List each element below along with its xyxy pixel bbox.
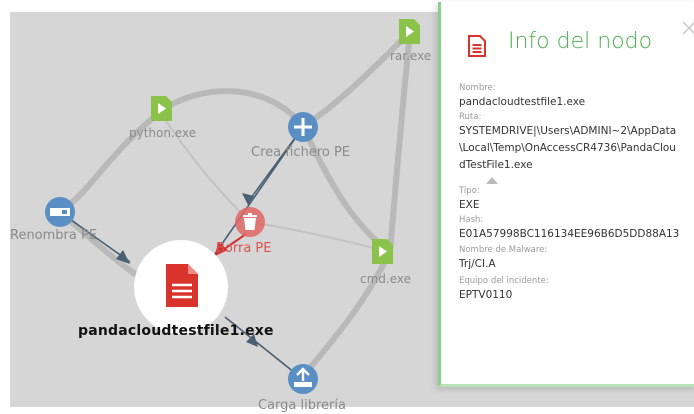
file-icon	[468, 35, 486, 57]
nombre-label: Nombre:	[459, 83, 496, 93]
focus-node-label: pandacloudtestfile1.exe	[78, 323, 274, 339]
node-python[interactable]	[151, 96, 172, 121]
equipo-value: EPTV0110	[459, 289, 513, 301]
node-focus[interactable]	[134, 240, 228, 334]
tipo-value: EXE	[459, 199, 480, 211]
node-label-renombra: Renombra PE	[10, 228, 98, 243]
node-crea[interactable]	[288, 112, 318, 142]
node-label-borra: Borra PE	[216, 241, 272, 256]
node-carga[interactable]	[288, 364, 318, 394]
node-rar[interactable]	[399, 19, 420, 44]
ruta-value-line1: SYSTEMDRIVE|\Users\ADMINI~2\AppData	[459, 125, 677, 137]
trash-icon	[244, 218, 256, 230]
node-borra[interactable]	[235, 207, 265, 237]
node-label-rar: rar.exe	[390, 49, 432, 63]
node-label-crea: Crea fichero PE	[251, 145, 351, 160]
malware-label: Nombre de Malware:	[459, 245, 548, 255]
hash-label: Hash:	[459, 215, 484, 225]
ruta-label: Ruta:	[459, 112, 482, 122]
node-label-cmd: cmd.exe	[360, 272, 412, 286]
hash-value: E01A57998BC116134EE96B6D5DD88A13	[459, 228, 680, 240]
ruta-value-line2: \Local\Temp\OnAccessCR4736\PandaClou	[459, 142, 676, 154]
equipo-label: Equipo del incidente:	[459, 276, 549, 286]
node-renombra[interactable]	[45, 197, 75, 227]
malware-value: Trj/CI.A	[459, 258, 496, 270]
panel-title: Info del nodo	[508, 29, 653, 54]
expand-caret-icon[interactable]	[486, 177, 498, 184]
tipo-label: Tipo:	[459, 186, 480, 196]
node-label-carga: Carga librería	[258, 398, 346, 413]
node-label-python: python.exe	[129, 126, 197, 140]
node-cmd[interactable]	[372, 239, 393, 264]
node-info-panel: Info del nodo Nombre: pandacloudtestfile…	[438, 2, 694, 387]
close-icon[interactable]	[682, 21, 694, 35]
nombre-value: pandacloudtestfile1.exe	[459, 96, 586, 108]
ruta-value-line3: dTestFile1.exe	[459, 159, 533, 171]
